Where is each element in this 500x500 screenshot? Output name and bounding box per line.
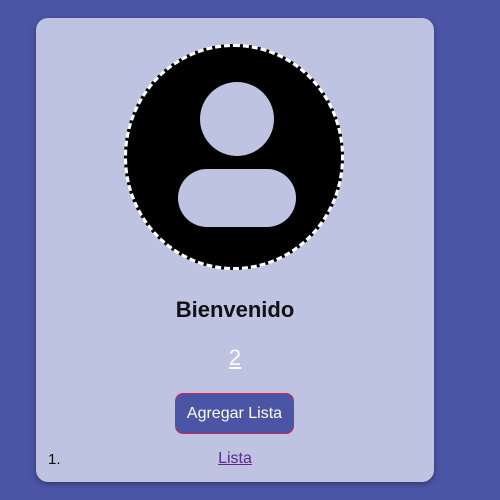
welcome-card: Bienvenido 2 Agregar Lista 1. Lista xyxy=(36,18,434,482)
user-avatar-icon xyxy=(124,44,344,270)
list-count-link[interactable]: 2 xyxy=(36,345,434,371)
avatar-body-shape xyxy=(178,169,296,227)
welcome-heading: Bienvenido xyxy=(175,297,295,322)
lists-list: 1. Lista xyxy=(36,448,434,470)
list-item-link[interactable]: Lista xyxy=(36,450,434,468)
list-item: 1. Lista xyxy=(36,448,434,470)
avatar-head-shape xyxy=(200,82,274,156)
add-list-button[interactable]: Agregar Lista xyxy=(175,393,294,434)
